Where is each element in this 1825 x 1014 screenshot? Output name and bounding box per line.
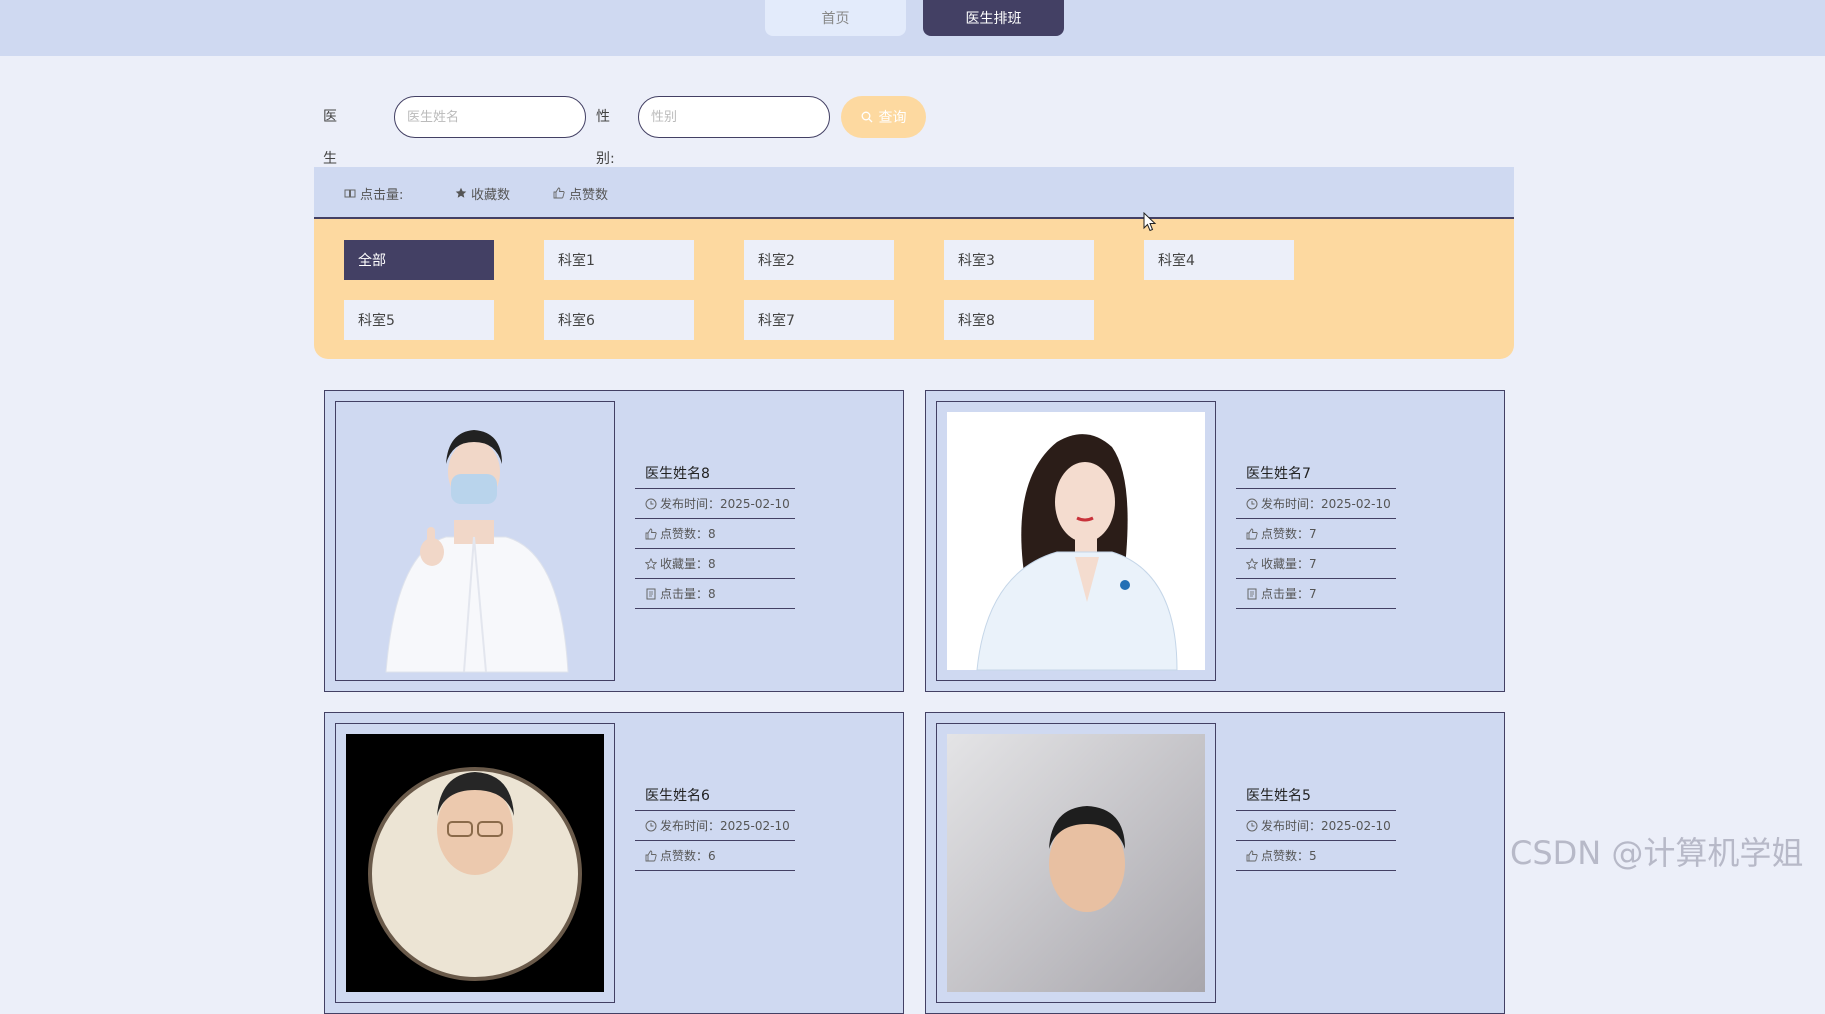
watermark-text: CSDN @计算机学姐 xyxy=(1510,834,1804,872)
department-6[interactable]: 科室6 xyxy=(544,300,694,340)
sort-by-likes[interactable]: 点赞数 xyxy=(553,167,608,219)
nav-tab-doctor-schedule[interactable]: 医生排班 xyxy=(923,0,1064,36)
gender-label: 性别: xyxy=(596,109,615,167)
doctor-name: 医生姓名6 xyxy=(635,785,795,811)
doctor-photo xyxy=(335,723,615,1003)
clock-icon xyxy=(1246,498,1258,509)
publish-time: 发布时间：2025-02-10 xyxy=(1236,811,1396,841)
like-count: 点赞数：6 xyxy=(635,841,795,871)
click-count-text: 点击量：7 xyxy=(1261,587,1317,601)
like-count-text: 点赞数：8 xyxy=(660,527,716,541)
doctor-info: 医生姓名5 发布时间：2025-02-10 点赞数：5 xyxy=(1236,785,1396,871)
sort-bar: 点击量: 收藏数 点赞数 xyxy=(314,167,1514,219)
doctor-name: 医生姓名8 xyxy=(635,463,795,489)
like-count: 点赞数：5 xyxy=(1236,841,1396,871)
like-count: 点赞数：8 xyxy=(635,519,795,549)
document-icon xyxy=(1247,588,1257,599)
favorite-count: 收藏量：7 xyxy=(1236,549,1396,579)
publish-time-text: 发布时间：2025-02-10 xyxy=(1261,497,1391,511)
publish-time-text: 发布时间：2025-02-10 xyxy=(660,819,790,833)
search-button[interactable]: 查询 xyxy=(841,96,926,138)
doctor-info: 医生姓名7 发布时间：2025-02-10 点赞数：7 收藏量：7 点击量：7 xyxy=(1236,463,1396,609)
clock-icon xyxy=(645,498,657,509)
thumbs-up-icon xyxy=(645,850,657,861)
thumbs-up-icon xyxy=(645,528,657,539)
publish-time: 发布时间：2025-02-10 xyxy=(635,811,795,841)
doctor-info: 医生姓名8 发布时间：2025-02-10 点赞数：8 收藏量：8 点击量：8 xyxy=(635,463,795,609)
publish-time-text: 发布时间：2025-02-10 xyxy=(1261,819,1391,833)
doctor-photo xyxy=(335,401,615,681)
mouse-cursor-icon xyxy=(1143,212,1157,232)
doctor-photo xyxy=(936,723,1216,1003)
clock-icon xyxy=(1246,820,1258,831)
department-all[interactable]: 全部 xyxy=(344,240,494,280)
favorite-count-text: 收藏量：8 xyxy=(660,557,716,571)
publish-time: 发布时间：2025-02-10 xyxy=(635,489,795,519)
search-icon xyxy=(861,111,872,123)
like-count-text: 点赞数：6 xyxy=(660,849,716,863)
sort-by-favorites[interactable]: 收藏数 xyxy=(455,167,510,219)
sort-favorites-label: 收藏数 xyxy=(471,187,511,203)
doctor-card[interactable]: 医生姓名5 发布时间：2025-02-10 点赞数：5 xyxy=(925,712,1505,1014)
clock-icon xyxy=(645,820,657,831)
doctor-name: 医生姓名5 xyxy=(1236,785,1396,811)
doctor-info: 医生姓名6 发布时间：2025-02-10 点赞数：6 xyxy=(635,785,795,871)
like-count: 点赞数：7 xyxy=(1236,519,1396,549)
department-8[interactable]: 科室8 xyxy=(944,300,1094,340)
department-1[interactable]: 科室1 xyxy=(544,240,694,280)
nav-tab-home[interactable]: 首页 xyxy=(765,0,906,36)
like-count-text: 点赞数：7 xyxy=(1261,527,1317,541)
department-2[interactable]: 科室2 xyxy=(744,240,894,280)
publish-time-text: 发布时间：2025-02-10 xyxy=(660,497,790,511)
doctor-photo xyxy=(936,401,1216,681)
star-icon xyxy=(455,187,467,198)
department-4[interactable]: 科室4 xyxy=(1144,240,1294,280)
sort-by-clicks[interactable]: 点击量: xyxy=(344,167,403,219)
doctor-card[interactable]: 医生姓名8 发布时间：2025-02-10 点赞数：8 收藏量：8 点击量：8 xyxy=(324,390,904,692)
book-icon xyxy=(344,189,356,198)
favorite-count-text: 收藏量：7 xyxy=(1261,557,1317,571)
like-count-text: 点赞数：5 xyxy=(1261,849,1317,863)
star-outline-icon xyxy=(1246,557,1258,570)
department-7[interactable]: 科室7 xyxy=(744,300,894,340)
click-count: 点击量：7 xyxy=(1236,579,1396,609)
department-filter-panel: 全部 科室1 科室2 科室3 科室4 科室5 科室6 科室7 科室8 xyxy=(314,219,1514,359)
doctor-card[interactable]: 医生姓名6 发布时间：2025-02-10 点赞数：6 xyxy=(324,712,904,1014)
doctor-name: 医生姓名7 xyxy=(1236,463,1396,489)
sort-likes-label: 点赞数 xyxy=(569,187,609,203)
click-count-text: 点击量：8 xyxy=(660,587,716,601)
doctor-card[interactable]: 医生姓名7 发布时间：2025-02-10 点赞数：7 收藏量：7 点击量：7 xyxy=(925,390,1505,692)
document-icon xyxy=(646,588,656,599)
gender-input[interactable] xyxy=(638,96,830,138)
thumbs-up-icon xyxy=(1246,528,1258,539)
thumbs-up-icon xyxy=(553,187,565,199)
sort-clicks-label: 点击量: xyxy=(360,187,404,203)
star-outline-icon xyxy=(645,557,657,570)
department-3[interactable]: 科室3 xyxy=(944,240,1094,280)
department-5[interactable]: 科室5 xyxy=(344,300,494,340)
publish-time: 发布时间：2025-02-10 xyxy=(1236,489,1396,519)
doctor-name-input[interactable] xyxy=(394,96,586,138)
thumbs-up-icon xyxy=(1246,850,1258,861)
doctor-name-label: 医生姓名: xyxy=(323,109,342,251)
click-count: 点击量：8 xyxy=(635,579,795,609)
search-button-label: 查询 xyxy=(878,110,907,126)
favorite-count: 收藏量：8 xyxy=(635,549,795,579)
top-nav-bar: 首页 医生排班 xyxy=(0,0,1825,56)
